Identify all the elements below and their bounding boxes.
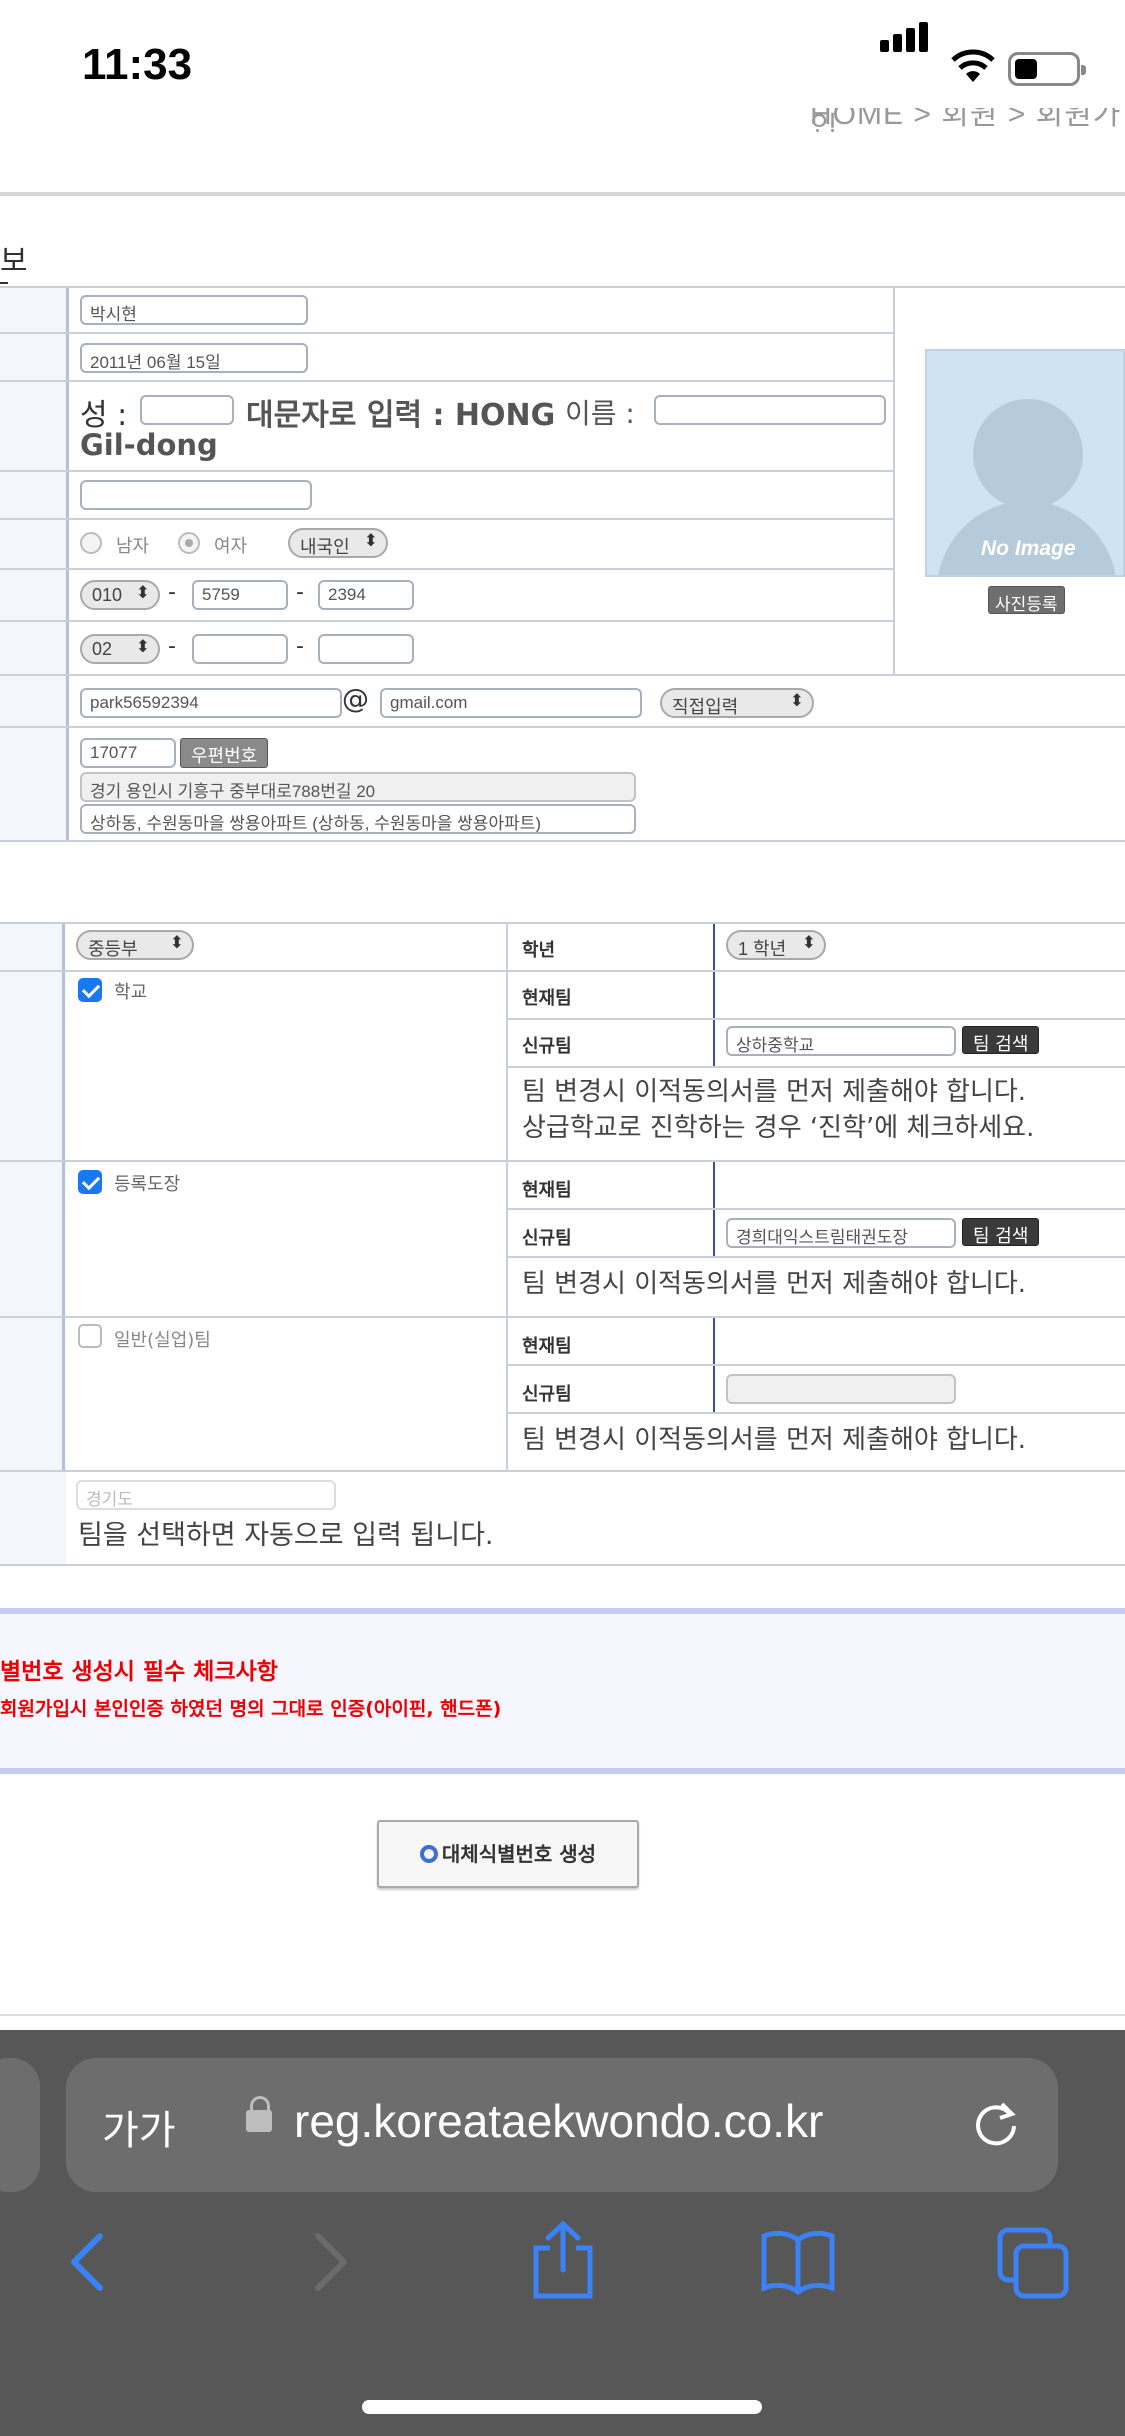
gender-male-label: 남자 (116, 536, 150, 557)
eng-first-label: 이름 : (565, 397, 635, 430)
page-settings-button[interactable]: 가가 (102, 2098, 176, 2156)
new-team-label: 신규팀 (522, 1228, 572, 1249)
dash: - (168, 580, 176, 605)
nationality-select[interactable]: 내국인 ⬍ (288, 528, 388, 558)
current-team-label: 현재팀 (522, 988, 572, 1009)
label-column (0, 286, 66, 842)
school-new-team-field[interactable]: 상하중학교 (726, 1026, 956, 1056)
dash: - (296, 580, 304, 605)
gender-female-label: 여자 (214, 536, 248, 557)
school-label: 학교 (114, 982, 148, 1003)
address-line2-field[interactable]: 상하동, 수원동마을 쌍용아파트 (상하동, 수원동마을 쌍용아파트) (80, 804, 636, 834)
home-indicator (362, 2400, 762, 2414)
phone-prefix-select[interactable]: 010 ⬍ (80, 580, 160, 610)
back-icon[interactable] (64, 2230, 114, 2294)
eng-first-name-field[interactable] (654, 395, 886, 425)
zip-field[interactable]: 17077 (80, 738, 176, 768)
tel-mid-field[interactable] (192, 634, 288, 664)
new-team-label: 신규팀 (522, 1384, 572, 1405)
notice-heading: 별번호 생성시 필수 체크사항 (0, 1659, 278, 1685)
extra-field[interactable] (80, 480, 312, 510)
address-line1-field[interactable]: 경기 용인시 기흥구 중부대로788번길 20 (80, 772, 636, 802)
profile-photo-placeholder: No Image (925, 349, 1125, 577)
zipcode-button[interactable]: 우편번호 (180, 738, 269, 768)
status-time: 11:33 (82, 40, 193, 89)
name-field[interactable]: 박시현 (80, 295, 308, 325)
url-text[interactable]: reg.koreataekwondo.co.kr (294, 2094, 823, 2148)
section-title: 보 (0, 236, 28, 284)
dojang-label: 등록도장 (114, 1174, 181, 1195)
photo-register-button[interactable]: 사진등록 (988, 586, 1065, 615)
forward-icon[interactable] (304, 2230, 354, 2294)
email-domain-select[interactable]: 직접입력 ⬍ (660, 688, 814, 718)
email-id-field[interactable]: park56592394 (80, 688, 342, 718)
school-checkbox[interactable] (78, 978, 102, 1002)
new-team-label: 신규팀 (522, 1036, 572, 1057)
radio-dot-icon (419, 1845, 438, 1863)
grade-select[interactable]: 1 학년 ⬍ (726, 930, 826, 960)
general-team-label: 일반(실업)팀 (114, 1330, 211, 1351)
divider (0, 2014, 1125, 2016)
tel-last-field[interactable] (318, 634, 414, 664)
current-team-label: 현재팀 (522, 1180, 572, 1201)
division-select[interactable]: 중등부 ⬍ (76, 930, 194, 960)
dojang-new-team-field[interactable]: 경희대익스트림태권도장 (726, 1218, 956, 1248)
grade-label: 학년 (522, 940, 556, 961)
no-image-label: No Image (981, 537, 1076, 560)
wifi-icon (951, 49, 995, 82)
notice-band: 별번호 생성시 필수 체크사항 회원가입시 본인인증 하였던 명의 그대로 인증… (0, 1608, 1125, 1774)
school-transfer-notice: 팀 변경시 이적동의서를 먼저 제출해야 합니다. 상급학교로 진학하는 경우 ‘… (522, 1077, 1035, 1143)
current-team-label: 현재팀 (522, 1336, 572, 1357)
tel-prefix-select[interactable]: 02 ⬍ (80, 634, 160, 664)
region-field[interactable]: 경기도 (76, 1480, 336, 1510)
eng-example: Gil-dong (80, 428, 218, 462)
phone-last-field[interactable]: 2394 (318, 580, 414, 610)
notice-sub: 회원가입시 본인인증 하였던 명의 그대로 인증(아이핀, 핸드폰) (0, 1698, 502, 1720)
tabs-icon[interactable] (996, 2226, 1070, 2300)
birthdate-field[interactable]: 2011년 06월 15일 (80, 343, 308, 373)
eng-hint: 대문자로 입력 : HONG (246, 398, 556, 433)
dojang-transfer-notice: 팀 변경시 이적동의서를 먼저 제출해야 합니다. (522, 1269, 1027, 1299)
gender-male-radio[interactable] (80, 532, 102, 554)
dash: - (296, 634, 304, 659)
dojang-checkbox[interactable] (78, 1170, 102, 1194)
general-new-team-field[interactable] (726, 1374, 956, 1404)
eng-last-name-field[interactable] (140, 395, 234, 425)
browser-toolbar: 가가 reg.koreataekwondo.co.kr (0, 2030, 1125, 2436)
region-notice: 팀을 선택하면 자동으로 입력 됩니다. (78, 1520, 494, 1551)
email-domain-field[interactable]: gmail.com (380, 688, 642, 718)
phone-mid-field[interactable]: 5759 (192, 580, 288, 610)
lock-icon (246, 2096, 272, 2132)
share-icon[interactable] (528, 2220, 598, 2300)
general-transfer-notice: 팀 변경시 이적동의서를 먼저 제출해야 합니다. (522, 1425, 1027, 1455)
email-at: @ (342, 684, 369, 715)
battery-icon (1008, 52, 1086, 86)
dojang-team-search-button[interactable]: 팀 검색 (962, 1218, 1040, 1247)
reload-icon[interactable] (966, 2094, 1026, 2154)
breadcrumb: HOME > 회원 > 회원가입 (810, 108, 1122, 132)
gender-female-radio[interactable] (178, 532, 200, 554)
dash: - (168, 634, 176, 659)
bookmarks-icon[interactable] (760, 2226, 836, 2296)
school-team-search-button[interactable]: 팀 검색 (962, 1026, 1040, 1055)
general-team-checkbox[interactable] (78, 1324, 102, 1348)
previous-tab-preview[interactable] (0, 2058, 40, 2192)
address-bar[interactable]: 가가 reg.koreataekwondo.co.kr (66, 2058, 1058, 2192)
generate-id-button[interactable]: 대체식별번호 생성 (377, 1820, 639, 1888)
divider (0, 192, 1125, 196)
